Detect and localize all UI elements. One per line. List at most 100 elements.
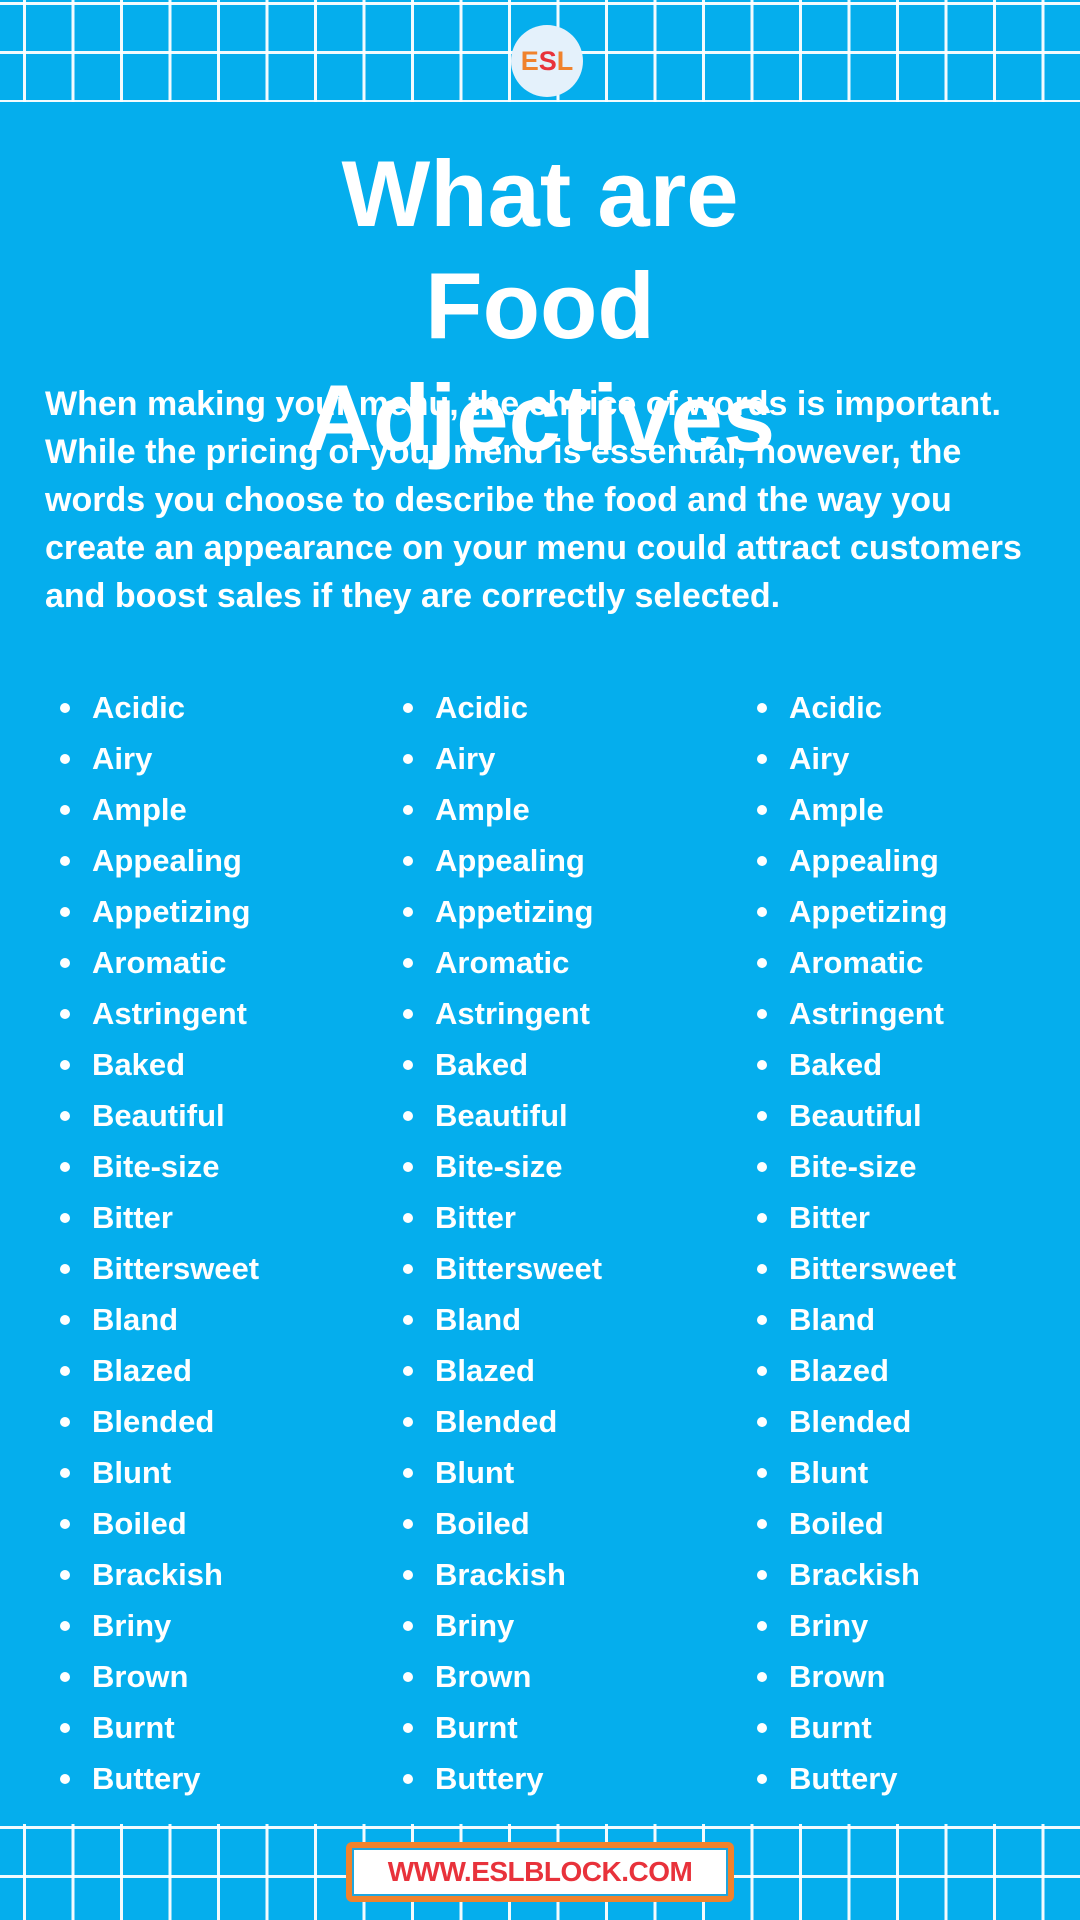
list-item: Ample [757,784,956,835]
bullet-icon [403,1059,413,1070]
list-item: Brackish [60,1549,259,1600]
adjective-column-2: Acidic Airy Ample Appealing Appetizing Aromat… [403,682,602,1804]
list-item: Ample [60,784,259,835]
logo-letter-s: S [538,45,557,76]
list-item: Bittersweet [60,1243,259,1294]
adjective-label: Bitter [789,1200,870,1235]
list-item: Bland [403,1294,602,1345]
bullet-icon [403,702,413,713]
adjective-lists: Acidic Airy Ample Appealing Appetizing Aromat… [0,682,1080,1802]
bullet-icon [757,1314,767,1325]
list-item: Baked [60,1039,259,1090]
list-item: Acidic [757,682,956,733]
list-item: Ample [403,784,602,835]
list-item: Buttery [60,1753,259,1804]
list-item: Bite-size [403,1141,602,1192]
adjective-label: Bite-size [92,1149,220,1184]
adjective-label: Blunt [92,1455,172,1490]
list-item: Aromatic [60,937,259,988]
adjective-label: Briny [435,1608,515,1643]
list-item: Blazed [60,1345,259,1396]
adjective-label: Bland [789,1302,876,1337]
website-url-text[interactable]: WWW.ESLBLOCK.COM [388,1856,693,1888]
list-item: Blended [403,1396,602,1447]
list-item: Airy [757,733,956,784]
bullet-icon [403,1416,413,1427]
adjective-label: Brown [92,1659,189,1694]
bullet-icon [60,702,70,713]
adjective-label: Boiled [435,1506,530,1541]
bullet-icon [60,1314,70,1325]
list-item: Appealing [60,835,259,886]
adjective-label: Bitter [92,1200,173,1235]
list-item: Boiled [403,1498,602,1549]
adjective-label: Baked [92,1047,186,1082]
bullet-icon [757,804,767,815]
adjective-label: Burnt [92,1710,175,1745]
list-item: Appetizing [757,886,956,937]
adjective-label: Astringent [435,996,590,1031]
bullet-icon [403,1467,413,1478]
adjective-label: Acidic [789,690,883,725]
adjective-label: Aromatic [789,945,924,980]
list-item: Buttery [403,1753,602,1804]
list-item: Beautiful [403,1090,602,1141]
list-item: Brown [403,1651,602,1702]
adjective-label: Bittersweet [92,1251,260,1286]
adjective-label: Brown [435,1659,532,1694]
bullet-icon [757,1212,767,1223]
adjective-label: Airy [435,741,496,776]
list-item: Appealing [757,835,956,886]
adjective-label: Beautiful [789,1098,922,1133]
bullet-icon [60,1110,70,1121]
list-item: Acidic [403,682,602,733]
bullet-icon [757,1773,767,1784]
bullet-icon [757,1569,767,1580]
bullet-icon [757,1518,767,1529]
adjective-label: Bland [435,1302,522,1337]
list-item: Astringent [60,988,259,1039]
adjective-label: Appealing [435,843,585,878]
list-item: Acidic [60,682,259,733]
list-item: Blazed [403,1345,602,1396]
bullet-icon [403,1722,413,1733]
list-item: Burnt [60,1702,259,1753]
bullet-icon [403,804,413,815]
logo-letter-l: L [556,45,574,76]
list-item: Bland [60,1294,259,1345]
adjective-label: Bite-size [789,1149,917,1184]
adjective-label: Boiled [789,1506,884,1541]
bullet-icon [60,1263,70,1274]
bullet-icon [403,906,413,917]
bullet-icon [757,702,767,713]
list-item: Boiled [60,1498,259,1549]
list-item: Appealing [403,835,602,886]
bullet-icon [757,1416,767,1427]
adjective-label: Beautiful [92,1098,225,1133]
list-item: Baked [757,1039,956,1090]
bullet-icon [403,1314,413,1325]
adjective-column-3: Acidic Airy Ample Appealing Appetizing Aromat… [757,682,956,1804]
list-item: Blended [60,1396,259,1447]
bullet-icon [757,1059,767,1070]
bullet-icon [60,906,70,917]
website-url-badge[interactable]: WWW.ESLBLOCK.COM [346,1842,734,1902]
list-item: Buttery [757,1753,956,1804]
bullet-icon [403,1161,413,1172]
bullet-icon [403,753,413,764]
bullet-icon [60,1416,70,1427]
adjective-label: Blazed [92,1353,192,1388]
list-item: Airy [60,733,259,784]
adjective-label: Blended [789,1404,912,1439]
list-item: Burnt [403,1702,602,1753]
bullet-icon [757,1365,767,1376]
adjective-label: Acidic [92,690,186,725]
bullet-icon [403,1008,413,1019]
list-item: Bitter [60,1192,259,1243]
list-item: Blunt [757,1447,956,1498]
list-item: Astringent [403,988,602,1039]
adjective-label: Appealing [92,843,242,878]
adjective-label: Airy [789,741,850,776]
bullet-icon [403,1569,413,1580]
list-item: Bland [757,1294,956,1345]
